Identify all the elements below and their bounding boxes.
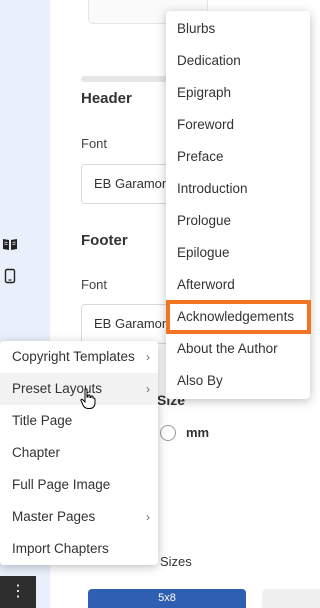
menu-item-label: Import Chapters [12,541,109,556]
sizes-label: Sizes [160,554,192,569]
unit-radio-label: mm [186,425,210,440]
submenu-item-epilogue[interactable]: Epilogue [166,237,310,269]
submenu-item-epigraph[interactable]: Epigraph [166,77,310,109]
unit-radio-mm[interactable] [160,425,176,441]
menu-item-title-page[interactable]: Title Page [0,405,158,437]
menu-item-copyright-templates[interactable]: Copyright Templates › [0,341,158,373]
menu-item-import-chapters[interactable]: Import Chapters [0,533,158,565]
hand-pointer-icon [80,388,96,409]
submenu-item-also-by[interactable]: Also By [166,365,310,397]
submenu-item-foreword[interactable]: Foreword [166,109,310,141]
menu-item-preset-layouts[interactable]: Preset Layouts › [0,373,158,405]
menu-item-chapter[interactable]: Chapter [0,437,158,469]
header-section-title: Header [81,90,132,107]
chevron-right-icon: › [146,382,150,396]
more-vertical-icon[interactable]: ⋮ [0,576,36,608]
acknowledgements-highlight [166,300,311,334]
footer-font-label: Font [81,277,108,292]
menu-item-label: Master Pages [12,509,96,524]
footer-section-title: Footer [81,232,128,249]
menu-item-label: Title Page [12,413,73,428]
menu-item-label: Copyright Templates [12,349,135,364]
menu-item-master-pages[interactable]: Master Pages › [0,501,158,533]
submenu-item-afterword[interactable]: Afterword [166,269,310,301]
trim-size-button-secondary[interactable] [262,589,320,608]
header-font-label: Font [81,136,108,151]
chevron-right-icon: › [146,350,150,364]
chevron-right-icon: › [146,510,150,524]
device-icon[interactable] [2,268,18,284]
context-menu: Copyright Templates › Preset Layouts › T… [0,341,158,565]
menu-item-label: Full Page Image [12,477,111,492]
submenu-item-preface[interactable]: Preface [166,141,310,173]
menu-item-full-page-image[interactable]: Full Page Image [0,469,158,501]
submenu-item-prologue[interactable]: Prologue [166,205,310,237]
submenu-item-about-the-author[interactable]: About the Author [166,333,310,365]
trim-size-button[interactable]: 5x8 [88,589,246,608]
submenu-item-blurbs[interactable]: Blurbs [166,13,310,45]
submenu-item-introduction[interactable]: Introduction [166,173,310,205]
preset-layouts-submenu: Blurbs Dedication Epigraph Foreword Pref… [166,11,310,399]
menu-item-label: Chapter [12,445,61,460]
book-icon[interactable] [2,236,18,252]
submenu-item-dedication[interactable]: Dedication [166,45,310,77]
